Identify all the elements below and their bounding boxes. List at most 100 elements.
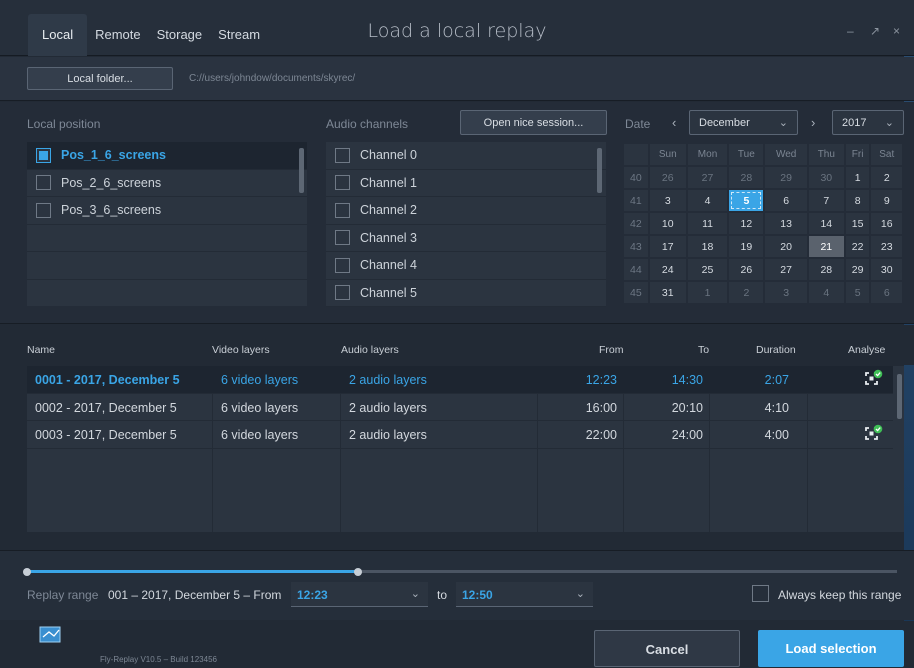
calendar-day[interactable]: 20 (765, 236, 807, 257)
checkbox[interactable] (335, 285, 350, 301)
cancel-button[interactable]: Cancel (594, 630, 740, 667)
prev-month-icon[interactable]: ‹ (672, 115, 676, 130)
calendar-day[interactable]: 2 (871, 167, 902, 188)
from-time-select[interactable]: 12:23 ⌄ (291, 582, 428, 607)
range-start-handle[interactable] (23, 568, 31, 576)
next-month-icon[interactable]: › (811, 115, 815, 130)
list-item[interactable]: Channel 3 (326, 225, 606, 252)
list-item[interactable]: Channel 0 (326, 142, 606, 170)
weekday-label: Mon (687, 144, 728, 165)
calendar-day[interactable]: 30 (808, 167, 844, 188)
scrollbar[interactable] (299, 148, 304, 193)
calendar-day[interactable]: 5 (845, 282, 870, 303)
calendar-day[interactable]: 27 (765, 259, 807, 280)
list-item[interactable]: Pos_1_6_screens (27, 142, 307, 170)
week-number: 44 (624, 259, 648, 280)
column-to[interactable]: To (698, 344, 709, 356)
analysed-check-icon[interactable] (863, 369, 883, 389)
calendar-day[interactable]: 29 (845, 259, 870, 280)
calendar-day[interactable]: 15 (845, 213, 870, 234)
month-value: December (699, 117, 750, 129)
calendar-day[interactable]: 25 (687, 259, 728, 280)
local-folder-button[interactable]: Local folder... (27, 67, 173, 90)
calendar-day[interactable]: 23 (871, 236, 902, 257)
minimize-icon[interactable]: – (847, 24, 854, 38)
calendar-day[interactable]: 3 (765, 282, 807, 303)
table-scrollbar[interactable] (897, 374, 902, 419)
calendar-day-selected[interactable]: 5 (729, 190, 764, 211)
calendar-day[interactable]: 6 (765, 190, 807, 211)
list-item[interactable]: Channel 2 (326, 197, 606, 225)
always-keep-range-checkbox[interactable] (752, 585, 769, 602)
table-row[interactable]: 0003 - 2017, December 5 6 video layers 2 a… (27, 421, 893, 449)
scrollbar[interactable] (597, 148, 602, 193)
checkbox[interactable] (335, 175, 350, 191)
calendar-day[interactable]: 26 (649, 167, 686, 188)
analysed-check-icon[interactable] (863, 424, 883, 444)
column-audio-layers[interactable]: Audio layers (341, 344, 399, 356)
calendar-day[interactable]: 12 (729, 213, 764, 234)
column-video-layers[interactable]: Video layers (212, 344, 270, 356)
calendar-day[interactable]: 11 (687, 213, 728, 234)
calendar-day[interactable]: 24 (649, 259, 686, 280)
checkbox[interactable] (335, 202, 350, 218)
calendar-day[interactable]: 9 (871, 190, 902, 211)
list-item[interactable]: Pos_3_6_screens (27, 197, 307, 225)
list-item[interactable]: Channel 4 (326, 252, 606, 280)
cell-to: 24:00 (671, 428, 703, 442)
list-item[interactable]: Channel 5 (326, 280, 606, 307)
checkbox[interactable] (335, 230, 350, 246)
calendar-day[interactable]: 7 (808, 190, 844, 211)
close-icon[interactable]: × (893, 24, 900, 38)
restore-icon[interactable]: ↗ (870, 24, 880, 38)
calendar-day[interactable]: 31 (649, 282, 686, 303)
range-end-handle[interactable] (353, 568, 362, 576)
calendar-day[interactable]: 14 (808, 213, 844, 234)
year-select[interactable]: 2017 ⌄ (832, 110, 904, 135)
open-nice-session-button[interactable]: Open nice session... (460, 110, 607, 135)
calendar-day[interactable]: 28 (729, 167, 764, 188)
to-time-select[interactable]: 12:50 ⌄ (456, 582, 593, 607)
calendar-day[interactable]: 1 (845, 167, 870, 188)
checkbox[interactable] (335, 147, 350, 163)
calendar-day[interactable]: 3 (649, 190, 686, 211)
calendar-day[interactable]: 29 (765, 167, 807, 188)
checkbox[interactable] (36, 175, 51, 191)
column-name[interactable]: Name (27, 344, 55, 356)
calendar-day-marked[interactable]: 21 (808, 236, 844, 257)
column-from[interactable]: From (599, 344, 624, 356)
audio-channels-label: Audio channels (326, 117, 409, 131)
calendar-day[interactable]: 28 (808, 259, 844, 280)
title-bar: Local Remote Storage Stream Load a local… (0, 0, 914, 56)
month-select[interactable]: December ⌄ (689, 110, 798, 135)
checkbox-checked[interactable] (36, 147, 51, 163)
load-selection-button[interactable]: Load selection (758, 630, 904, 667)
calendar-day[interactable]: 2 (729, 282, 764, 303)
list-item[interactable]: Pos_2_6_screens (27, 170, 307, 197)
calendar-day[interactable]: 1 (687, 282, 728, 303)
calendar-day[interactable]: 17 (649, 236, 686, 257)
local-position-list: Pos_1_6_screens Pos_2_6_screens Pos_3_6_… (27, 142, 307, 306)
checkbox[interactable] (335, 257, 350, 273)
column-analyse[interactable]: Analyse (848, 344, 885, 356)
calendar-day[interactable]: 4 (687, 190, 728, 211)
cell-video: 6 video layers (221, 400, 299, 415)
calendar-day[interactable]: 8 (845, 190, 870, 211)
calendar-day[interactable]: 6 (871, 282, 902, 303)
calendar-day[interactable]: 13 (765, 213, 807, 234)
table-row[interactable]: 0001 - 2017, December 5 6 video layers 2 a… (27, 366, 893, 394)
calendar-day[interactable]: 16 (871, 213, 902, 234)
calendar-day[interactable]: 4 (808, 282, 844, 303)
calendar-day[interactable]: 27 (687, 167, 728, 188)
list-item[interactable]: Channel 1 (326, 170, 606, 197)
table-row[interactable]: 0002 - 2017, December 5 6 video layers 2 a… (27, 394, 893, 421)
calendar-day[interactable]: 26 (729, 259, 764, 280)
checkbox[interactable] (36, 202, 51, 218)
calendar-day[interactable]: 22 (845, 236, 870, 257)
calendar-day[interactable]: 30 (871, 259, 902, 280)
calendar-week-row: 41 3 4 5 6 7 8 9 (624, 190, 902, 211)
calendar-day[interactable]: 19 (729, 236, 764, 257)
calendar-day[interactable]: 10 (649, 213, 686, 234)
column-duration[interactable]: Duration (756, 344, 796, 356)
calendar-day[interactable]: 18 (687, 236, 728, 257)
